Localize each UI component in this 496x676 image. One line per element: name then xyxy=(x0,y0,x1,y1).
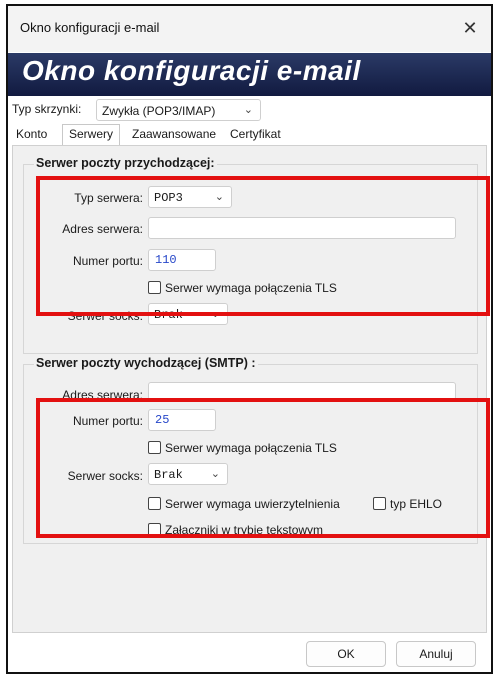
outgoing-socks-label: Serwer socks: xyxy=(67,469,143,483)
tab-zaawansowane[interactable]: Zaawansowane xyxy=(130,127,218,141)
tab-certyfikat[interactable]: Certyfikat xyxy=(228,127,283,141)
chevron-down-icon: ⌄ xyxy=(210,308,220,320)
checkbox-icon xyxy=(148,523,161,536)
incoming-port-label: Numer portu: xyxy=(72,254,143,268)
attachments-checkbox[interactable]: Załączniki w trybie tekstowym xyxy=(148,523,323,537)
banner-title: Okno konfiguracji e-mail xyxy=(22,55,361,86)
chevron-down-icon: ⌄ xyxy=(210,468,220,480)
outgoing-address-label: Adres serwera: xyxy=(62,388,143,402)
incoming-address-input[interactable] xyxy=(148,217,456,239)
incoming-socks-value: Brak xyxy=(154,308,183,322)
incoming-title: Serwer poczty przychodzącej: xyxy=(34,156,217,170)
header-banner: Okno konfiguracji e-mail xyxy=(8,53,491,96)
outgoing-tls-checkbox[interactable]: Serwer wymaga połączenia TLS xyxy=(148,441,337,455)
tab-serwery[interactable]: Serwery xyxy=(62,124,121,145)
tab-bar: Konto Serwery Zaawansowane Certyfikat xyxy=(8,124,491,146)
incoming-address-label: Adres serwera: xyxy=(62,222,143,236)
close-icon[interactable]: ✕ xyxy=(457,16,483,40)
server-type-select[interactable]: POP3 ⌄ xyxy=(148,186,232,208)
outgoing-port-input[interactable]: 25 xyxy=(148,409,216,431)
window-title: Okno konfiguracji e-mail xyxy=(20,20,160,35)
email-config-window: Okno konfiguracji e-mail ✕ Okno konfigur… xyxy=(6,4,493,674)
mailbox-type-select[interactable]: Zwykła (POP3/IMAP) ⌄ xyxy=(96,99,261,121)
ehlo-label: typ EHLO xyxy=(390,497,443,511)
chevron-down-icon: ⌄ xyxy=(214,191,224,203)
ok-button[interactable]: OK xyxy=(306,641,386,667)
server-type-value: POP3 xyxy=(154,191,183,205)
incoming-tls-checkbox[interactable]: Serwer wymaga połączenia TLS xyxy=(148,281,337,295)
outgoing-socks-value: Brak xyxy=(154,468,183,482)
outgoing-address-input[interactable] xyxy=(148,382,456,400)
outgoing-tls-label: Serwer wymaga połączenia TLS xyxy=(165,441,337,455)
title-bar: Okno konfiguracji e-mail ✕ xyxy=(8,6,491,52)
cancel-button[interactable]: Anuluj xyxy=(396,641,476,667)
incoming-socks-select[interactable]: Brak ⌄ xyxy=(148,303,228,325)
auth-checkbox[interactable]: Serwer wymaga uwierzytelnienia xyxy=(148,497,340,511)
checkbox-icon xyxy=(373,497,386,510)
incoming-port-input[interactable]: 110 xyxy=(148,249,216,271)
incoming-socks-label: Serwer socks: xyxy=(67,309,143,323)
outgoing-title: Serwer poczty wychodzącej (SMTP) : xyxy=(34,356,258,370)
chevron-down-icon: ⌄ xyxy=(243,104,253,116)
tab-konto[interactable]: Konto xyxy=(14,127,49,141)
checkbox-icon xyxy=(148,281,161,294)
attachments-label: Załączniki w trybie tekstowym xyxy=(165,523,324,537)
outgoing-port-label: Numer portu: xyxy=(72,414,143,428)
mailbox-type-label: Typ skrzynki: xyxy=(12,102,82,116)
mailbox-type-row: Typ skrzynki: xyxy=(12,102,81,116)
servers-panel: Serwer poczty przychodzącej: Typ serwera… xyxy=(12,145,487,633)
checkbox-icon xyxy=(148,497,161,510)
auth-label: Serwer wymaga uwierzytelnienia xyxy=(165,497,340,511)
server-type-label: Typ serwera: xyxy=(74,191,143,205)
incoming-tls-label: Serwer wymaga połączenia TLS xyxy=(165,281,337,295)
outgoing-socks-select[interactable]: Brak ⌄ xyxy=(148,463,228,485)
ehlo-checkbox[interactable]: typ EHLO xyxy=(373,497,442,511)
checkbox-icon xyxy=(148,441,161,454)
mailbox-type-value: Zwykła (POP3/IMAP) xyxy=(102,104,216,118)
